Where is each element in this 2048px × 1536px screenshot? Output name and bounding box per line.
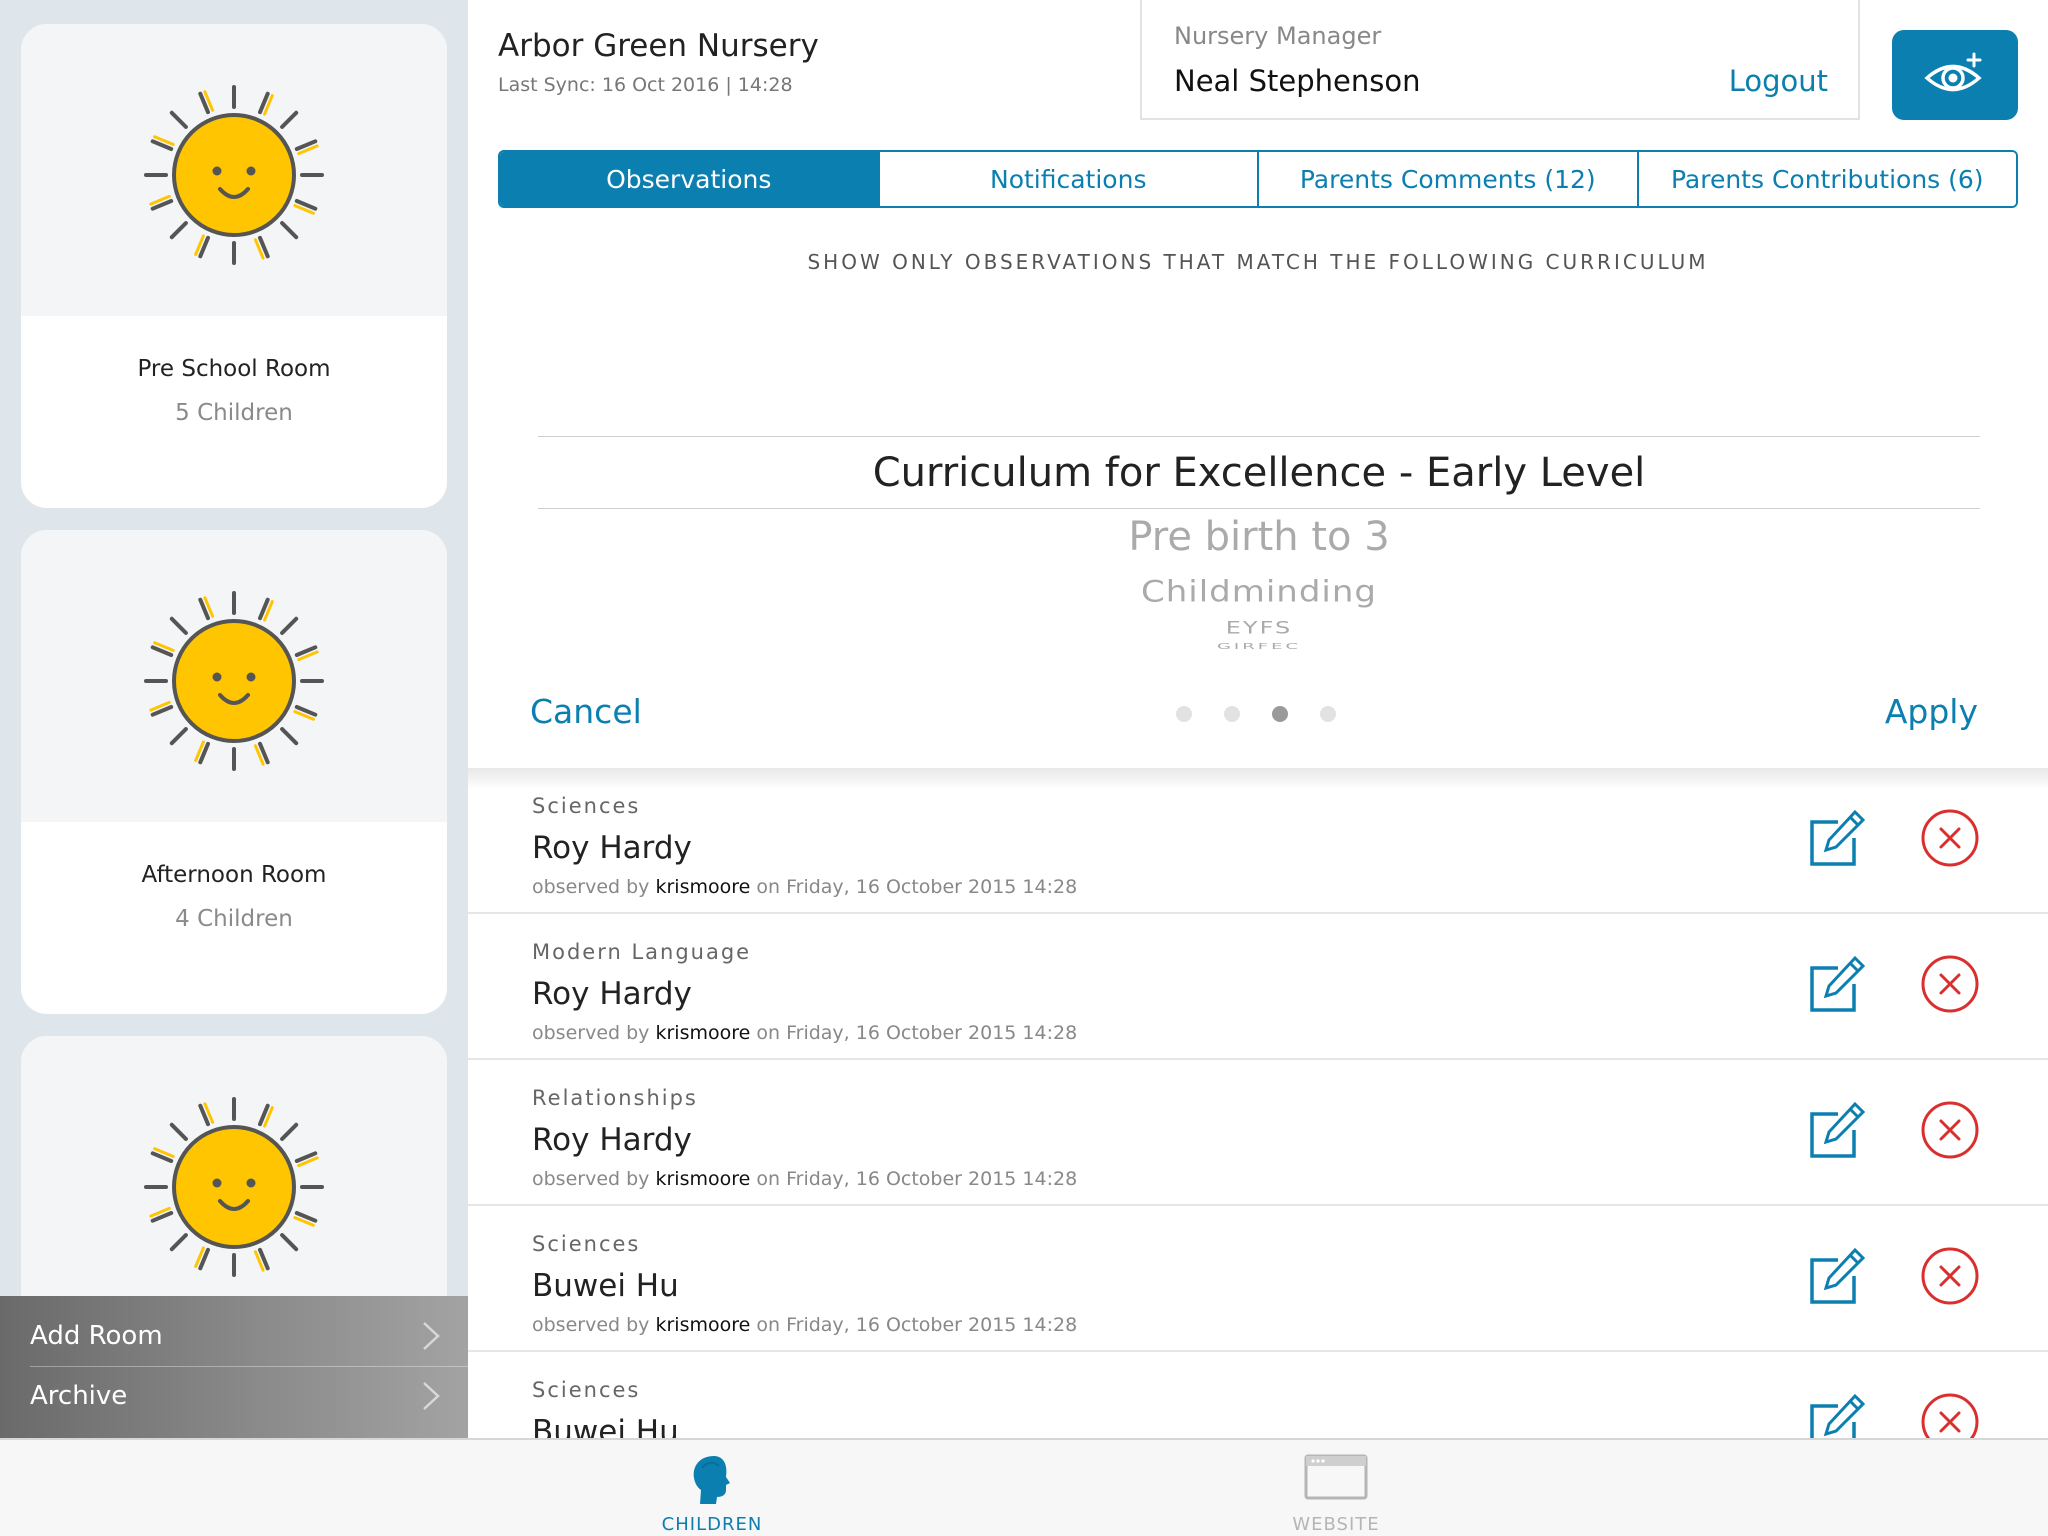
- edit-icon[interactable]: [1808, 808, 1866, 868]
- observation-child-name: Roy Hardy: [532, 976, 692, 1012]
- archive-label: Archive: [30, 1381, 128, 1411]
- observation-child-name: Roy Hardy: [532, 1122, 692, 1158]
- observation-category: Modern Language: [532, 940, 752, 964]
- section-tabs: Observations Notifications Parents Comme…: [498, 150, 2018, 208]
- observations-list: Sciences Roy Hardy observed by krismoore…: [468, 768, 2048, 1438]
- delete-icon[interactable]: [1920, 954, 1980, 1014]
- sidebar-menu: Add Room Archive: [0, 1296, 468, 1438]
- delete-icon[interactable]: [1920, 808, 1980, 868]
- picker-option[interactable]: Childminding: [538, 575, 1980, 609]
- observation-meta: observed by krismoore on Friday, 16 Octo…: [532, 1022, 1077, 1044]
- observed-by-label: observed by: [532, 1022, 650, 1044]
- panel-shadow: [468, 768, 2048, 790]
- observation-category: Sciences: [532, 1378, 641, 1402]
- filter-heading: SHOW ONLY OBSERVATIONS THAT MATCH THE FO…: [807, 250, 1709, 274]
- tab-observations[interactable]: Observations: [500, 152, 880, 206]
- last-sync: Last Sync: 16 Oct 2016 | 14:28: [498, 74, 793, 96]
- picker-option[interactable]: GIRFEC: [538, 642, 1980, 650]
- archive-button[interactable]: Archive: [30, 1366, 450, 1426]
- page-indicator: [1176, 706, 1336, 722]
- picker-top-line: [538, 436, 1980, 437]
- observation-row[interactable]: Sciences Buwei Hu observed by krismoore …: [468, 1206, 2048, 1352]
- nursery-name: Arbor Green Nursery: [498, 28, 819, 64]
- room-card-afternoon[interactable]: Afternoon Room 4 Children: [21, 530, 447, 1014]
- page-dot[interactable]: [1320, 706, 1336, 722]
- picker-bottom-line: [538, 508, 1980, 509]
- tab-website[interactable]: WEBSITE: [1226, 1440, 1446, 1536]
- page-dot[interactable]: [1176, 706, 1192, 722]
- observation-category: Relationships: [532, 1086, 698, 1110]
- observation-row[interactable]: Relationships Roy Hardy observed by kris…: [468, 1060, 2048, 1206]
- view-toggle-button[interactable]: [1892, 30, 2018, 120]
- page-dot-active[interactable]: [1272, 706, 1288, 722]
- observation-child-name: Roy Hardy: [532, 830, 692, 866]
- tab-children-label: CHILDREN: [661, 1514, 763, 1535]
- sun-icon: [144, 1097, 324, 1277]
- picker-option[interactable]: EYFS: [538, 618, 1980, 638]
- cancel-button[interactable]: Cancel: [530, 692, 642, 731]
- room-children-count: 4 Children: [175, 906, 293, 932]
- tab-children[interactable]: CHILDREN: [602, 1440, 822, 1536]
- manager-name: Neal Stephenson: [1174, 64, 1421, 98]
- room-card-art: [21, 1036, 447, 1328]
- tab-parents-contributions[interactable]: Parents Contributions (6): [1638, 152, 2016, 206]
- picker-option-selected[interactable]: Curriculum for Excellence - Early Level: [538, 450, 1980, 496]
- edit-icon[interactable]: [1808, 954, 1866, 1014]
- child-head-icon: [693, 1456, 730, 1504]
- edit-icon[interactable]: [1808, 1246, 1866, 1306]
- room-card-art: [21, 530, 447, 822]
- observation-meta: observed by krismoore on Friday, 16 Octo…: [532, 876, 1077, 898]
- bottom-tab-bar: CHILDREN WEBSITE: [0, 1438, 2048, 1536]
- curriculum-picker[interactable]: Curriculum for Excellence - Early Level …: [538, 432, 1980, 650]
- room-name: Pre School Room: [137, 356, 331, 382]
- add-room-button[interactable]: Add Room: [30, 1306, 450, 1366]
- curriculum-filter-panel: SHOW ONLY OBSERVATIONS THAT MATCH THE FO…: [468, 224, 2048, 768]
- observation-category: Sciences: [532, 1232, 641, 1256]
- observation-date: on Friday, 16 October 2015 14:28: [756, 1314, 1078, 1336]
- chevron-right-icon: [423, 1382, 440, 1410]
- observation-row[interactable]: Modern Language Roy Hardy observed by kr…: [468, 914, 2048, 1060]
- apply-button[interactable]: Apply: [1885, 692, 1978, 731]
- room-card-art: [21, 24, 447, 316]
- observer-name: krismoore: [655, 1168, 751, 1190]
- browser-window-icon: [1304, 1454, 1368, 1500]
- tab-notifications[interactable]: Notifications: [879, 152, 1259, 206]
- observation-category: Sciences: [532, 794, 641, 818]
- sun-icon: [144, 85, 324, 265]
- manager-panel: Nursery Manager Neal Stephenson Logout: [1140, 0, 1860, 120]
- delete-icon[interactable]: [1920, 1246, 1980, 1306]
- edit-icon[interactable]: [1808, 1100, 1866, 1160]
- observation-meta: observed by krismoore on Friday, 16 Octo…: [532, 1314, 1077, 1336]
- picker-option[interactable]: Pre birth to 3: [538, 514, 1980, 560]
- room-card-pre-school[interactable]: Pre School Room 5 Children: [21, 24, 447, 508]
- room-children-count: 5 Children: [175, 400, 293, 426]
- observer-name: krismoore: [655, 1314, 751, 1336]
- observation-child-name: Buwei Hu: [532, 1414, 679, 1438]
- delete-icon[interactable]: [1920, 1392, 1980, 1438]
- observation-date: on Friday, 16 October 2015 14:28: [756, 1022, 1078, 1044]
- manager-role: Nursery Manager: [1174, 22, 1382, 50]
- observation-meta: observed by krismoore on Friday, 16 Octo…: [532, 1168, 1077, 1190]
- observer-name: krismoore: [655, 1022, 751, 1044]
- page-dot[interactable]: [1224, 706, 1240, 722]
- tab-website-label: WEBSITE: [1292, 1514, 1380, 1535]
- delete-icon[interactable]: [1920, 1100, 1980, 1160]
- sun-icon: [144, 591, 324, 771]
- observation-date: on Friday, 16 October 2015 14:28: [756, 876, 1078, 898]
- add-room-label: Add Room: [30, 1321, 163, 1351]
- chevron-right-icon: [423, 1322, 440, 1350]
- observation-row[interactable]: Sciences Buwei Hu: [468, 1352, 2048, 1438]
- observed-by-label: observed by: [532, 1314, 650, 1336]
- observation-date: on Friday, 16 October 2015 14:28: [756, 1168, 1078, 1190]
- observed-by-label: observed by: [532, 1168, 650, 1190]
- tab-parents-comments[interactable]: Parents Comments (12): [1259, 152, 1639, 206]
- logout-button[interactable]: Logout: [1729, 64, 1828, 98]
- eye-plus-icon: [1924, 52, 1982, 92]
- room-name: Afternoon Room: [141, 862, 327, 888]
- rooms-sidebar: Pre School Room 5 Children Afternoon Roo…: [0, 0, 468, 1438]
- observer-name: krismoore: [655, 876, 751, 898]
- observation-child-name: Buwei Hu: [532, 1268, 679, 1304]
- observed-by-label: observed by: [532, 876, 650, 898]
- edit-icon[interactable]: [1808, 1392, 1866, 1438]
